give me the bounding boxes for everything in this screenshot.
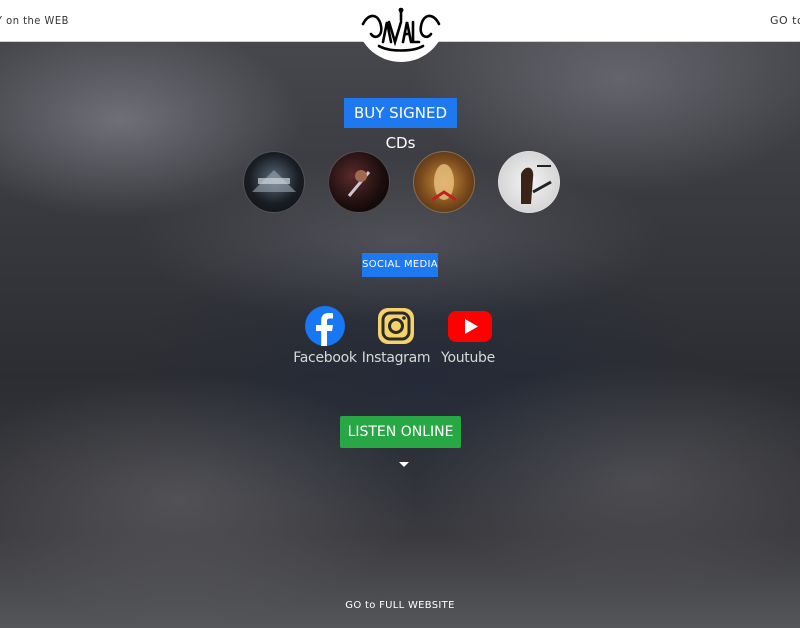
- album-art-1: [252, 170, 296, 192]
- instagram-icon: [376, 306, 416, 346]
- chevron-down-icon: [398, 461, 409, 467]
- logo-emblem-icon: [361, 7, 441, 52]
- album-list: [243, 151, 560, 213]
- top-left-link[interactable]: Y on the WEB: [0, 14, 69, 27]
- facebook-label: Facebook: [293, 350, 357, 366]
- full-website-link[interactable]: GO to FULL WEBSITE: [0, 600, 800, 611]
- facebook-link[interactable]: Facebook: [285, 306, 365, 366]
- top-right-link[interactable]: GO to: [770, 14, 800, 27]
- album-art-3: [431, 164, 457, 202]
- album-cover-1[interactable]: [243, 151, 305, 213]
- logo[interactable]: [356, 0, 446, 62]
- album-cover-3[interactable]: [413, 151, 475, 213]
- instagram-link[interactable]: Instagram: [356, 306, 436, 366]
- youtube-link[interactable]: Youtube: [428, 306, 508, 366]
- youtube-label: Youtube: [441, 350, 495, 366]
- album-cover-2[interactable]: [328, 151, 390, 213]
- album-cover-4[interactable]: [498, 151, 560, 213]
- buy-signed-cds-button[interactable]: BUY SIGNED CDs: [344, 98, 457, 152]
- social-media-label: SOCIAL MEDIA: [362, 253, 438, 277]
- album-art-4: [521, 165, 552, 204]
- youtube-icon: [448, 306, 492, 346]
- facebook-icon: [305, 306, 345, 346]
- album-art-2: [347, 170, 371, 197]
- listen-online-dropdown[interactable]: LISTEN ONLINE: [340, 416, 461, 467]
- listen-online-label: LISTEN ONLINE: [347, 424, 454, 440]
- instagram-label: Instagram: [361, 350, 431, 366]
